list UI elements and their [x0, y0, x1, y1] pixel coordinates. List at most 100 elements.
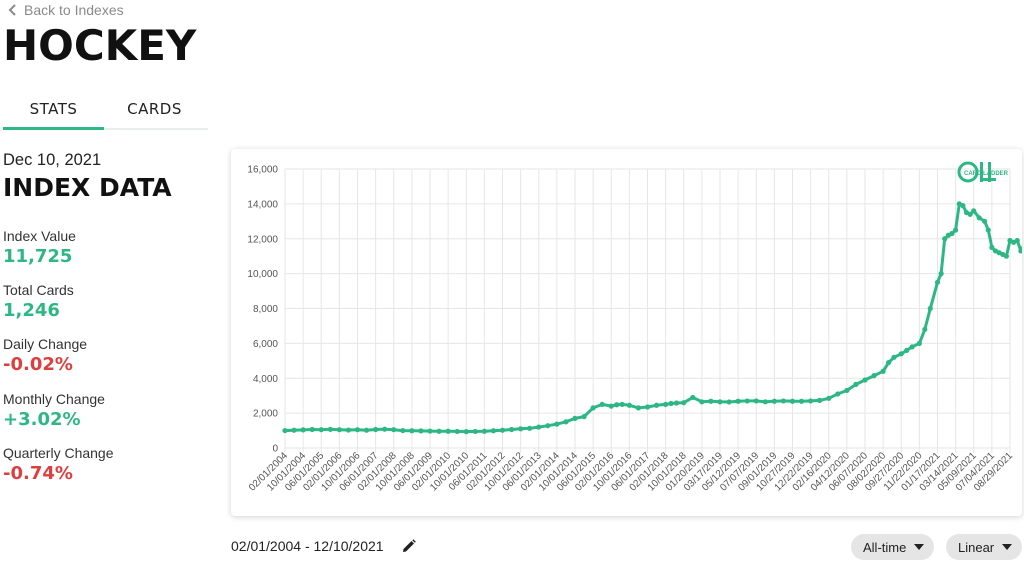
- data-point: [681, 400, 687, 406]
- stat-label: Quarterly Change: [3, 445, 114, 461]
- data-point: [653, 402, 660, 408]
- y-tick-label: 8,000: [253, 304, 278, 315]
- pencil-icon[interactable]: [401, 538, 417, 554]
- y-tick-label: 16,000: [247, 165, 278, 176]
- data-point: [938, 271, 944, 277]
- stat-label: Index Value: [3, 228, 76, 244]
- data-point: [898, 351, 904, 357]
- back-link-label: Back to Indexes: [24, 2, 124, 18]
- data-point: [481, 428, 487, 434]
- tab-stats[interactable]: STATS: [3, 92, 104, 130]
- index-chart-card: 0 2,000 4,000 6,000 8,000 10,000 12,000 14,000 1…: [231, 149, 1022, 516]
- data-point: [463, 429, 469, 435]
- data-point: [363, 427, 370, 433]
- data-point: [927, 305, 933, 312]
- data-point: [472, 428, 478, 435]
- data-point: [780, 398, 787, 404]
- data-point: [291, 427, 297, 433]
- index-date: Dec 10, 2021: [3, 151, 102, 169]
- index-line-chart: 0 2,000 4,000 6,000 8,000 10,000 12,000 14,000 1…: [247, 161, 1022, 494]
- data-point: [844, 387, 850, 394]
- data-point: [826, 395, 832, 401]
- data-point: [853, 381, 859, 387]
- data-point: [960, 203, 966, 209]
- data-point: [771, 398, 777, 404]
- back-to-indexes-link[interactable]: Back to Indexes: [8, 2, 124, 18]
- data-point: [545, 423, 551, 429]
- data-point: [891, 354, 897, 360]
- data-point: [391, 427, 397, 433]
- data-point: [427, 428, 433, 434]
- data-point: [436, 428, 442, 434]
- tab-bar: STATS CARDS: [3, 92, 208, 130]
- stat-value: +3.02%: [3, 409, 81, 430]
- data-point: [934, 279, 941, 285]
- data-point: [699, 399, 705, 405]
- y-tick-label: 6,000: [253, 339, 278, 350]
- data-point: [717, 399, 723, 405]
- data-point: [454, 428, 460, 435]
- data-point: [581, 414, 587, 420]
- stat-monthly-change: Monthly Change +3.02%: [3, 391, 105, 431]
- chart-grid: [284, 168, 1011, 453]
- data-point: [572, 415, 578, 421]
- data-point: [673, 400, 680, 406]
- data-point: [373, 426, 379, 433]
- y-axis-ticks: 0 2,000 4,000 6,000 8,000 10,000 12,000 14,000 1…: [247, 165, 278, 455]
- data-point: [354, 427, 361, 433]
- data-point: [345, 427, 352, 433]
- data-point: [282, 427, 288, 434]
- data-point: [499, 427, 506, 433]
- data-point: [909, 344, 915, 350]
- data-point: [626, 402, 632, 408]
- stat-daily-change: Daily Change -0.02%: [3, 336, 87, 376]
- data-point: [922, 326, 928, 333]
- y-tick-label: 14,000: [247, 199, 278, 210]
- data-point: [327, 426, 333, 432]
- data-point: [817, 397, 823, 403]
- data-point: [300, 427, 306, 433]
- y-tick-label: 4,000: [253, 374, 278, 385]
- y-tick-label: 10,000: [247, 269, 278, 280]
- scale-dropdown[interactable]: Linear: [946, 534, 1023, 560]
- data-point: [508, 426, 515, 433]
- chevron-left-icon: [8, 4, 16, 16]
- data-point: [789, 398, 796, 404]
- stat-total-cards: Total Cards 1,246: [3, 282, 74, 322]
- y-tick-label: 12,000: [247, 234, 278, 245]
- stat-index-value: Index Value 11,725: [3, 228, 76, 268]
- data-point: [668, 400, 674, 407]
- page-title: HOCKEY: [3, 21, 197, 70]
- data-point: [490, 428, 497, 434]
- time-range-value: All-time: [863, 539, 907, 555]
- date-range: 02/01/2004 - 12/10/2021: [231, 538, 384, 554]
- data-point: [753, 398, 759, 404]
- data-point: [916, 340, 922, 346]
- data-point: [599, 401, 605, 408]
- stat-value: 1,246: [3, 300, 60, 321]
- data-point: [971, 208, 977, 214]
- data-point: [309, 426, 315, 433]
- data-point: [318, 427, 324, 433]
- scale-value: Linear: [958, 539, 995, 555]
- data-point: [527, 425, 533, 431]
- stat-label: Daily Change: [3, 336, 88, 352]
- caret-down-icon: [914, 544, 925, 550]
- data-point: [418, 428, 424, 434]
- tab-cards[interactable]: CARDS: [104, 92, 205, 128]
- data-point: [336, 427, 342, 433]
- data-point: [409, 428, 415, 434]
- data-point: [982, 218, 988, 224]
- data-point: [953, 227, 959, 233]
- data-point: [798, 398, 805, 404]
- data-point: [885, 359, 892, 366]
- data-point: [835, 391, 841, 397]
- data-point: [808, 398, 814, 404]
- data-point: [708, 398, 714, 404]
- time-range-dropdown[interactable]: All-time: [851, 534, 935, 560]
- section-title: INDEX DATA: [3, 173, 172, 202]
- data-point: [619, 401, 625, 408]
- data-point: [663, 401, 669, 408]
- data-point: [614, 402, 620, 408]
- data-point: [563, 419, 569, 425]
